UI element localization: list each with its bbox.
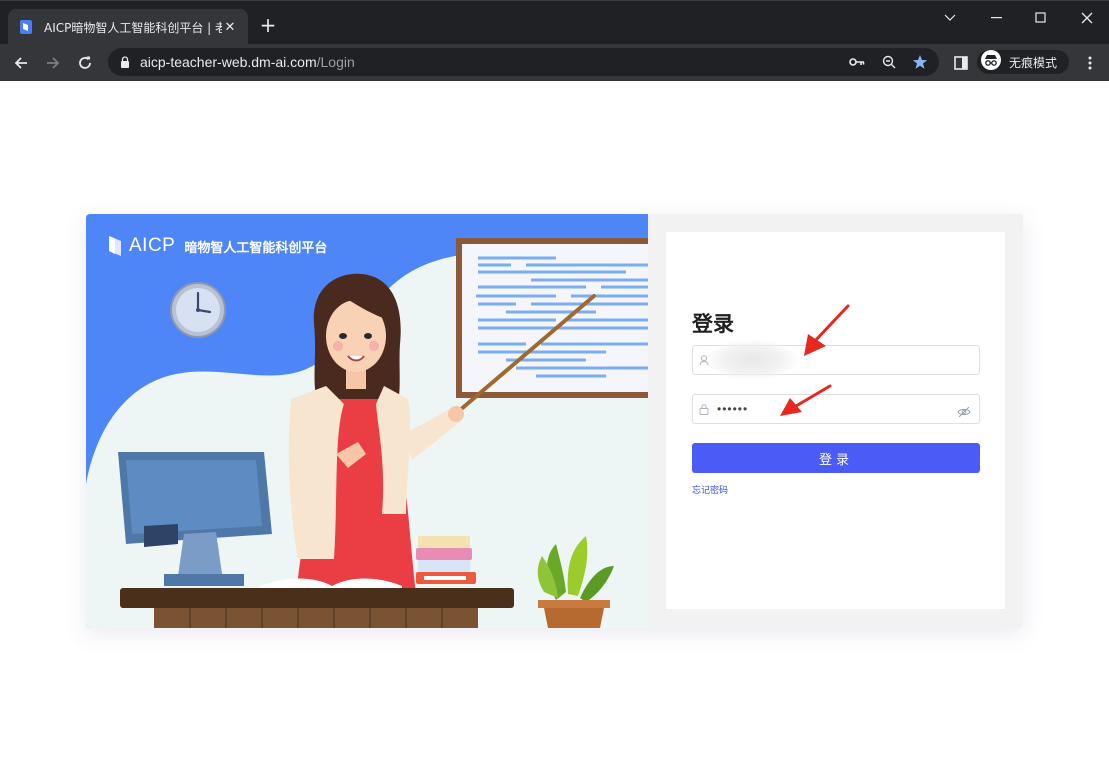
url-host: aicp-teacher-web.dm-ai.com [140,54,317,70]
reload-button[interactable] [73,51,97,75]
annotation-arrow-icon [804,304,850,356]
arrow-left-icon [14,57,27,69]
tab-close-icon[interactable]: ✕ [222,20,238,35]
new-tab-button[interactable]: + [256,15,280,35]
tab-title: AICP暗物智人工智能科创平台 | 老 [44,20,222,35]
side-panel-icon[interactable] [949,51,973,75]
back-button[interactable] [9,51,33,75]
password-lock-icon [699,400,709,419]
teacher-illustration [86,214,648,628]
browser-toolbar: aicp-teacher-web.dm-ai.com/Login [0,44,1109,81]
incognito-profile-chip[interactable]: 无痕模式 [977,50,1069,74]
star-icon[interactable] [911,54,929,70]
annotation-arrow-icon [780,384,832,416]
forgot-password-link[interactable]: 忘记密码 [692,483,728,496]
forward-button[interactable] [41,51,65,75]
wall-clock-icon [170,282,226,338]
minimize-button[interactable] [982,9,1012,27]
zoom-out-icon[interactable] [880,54,898,70]
url-path: /Login [316,54,355,70]
arrow-right-icon [47,57,60,69]
incognito-label: 无痕模式 [1009,55,1058,70]
password-field[interactable] [692,394,980,424]
login-submit-button[interactable]: 登录 [692,443,980,473]
close-window-button[interactable] [1072,9,1102,27]
brand: AICP 暗物智人工智能科创平台 [108,234,327,258]
brand-platform-name: 暗物智人工智能科创平台 [184,240,328,256]
reload-icon [79,56,91,69]
address-bar[interactable]: aicp-teacher-web.dm-ai.com/Login [108,48,939,76]
brand-logo-text: AICP [129,235,176,256]
browser-tab-bar: AICP暗物智人工智能科创平台 | 老 ✕ + [0,0,1109,45]
login-title: 登录 [692,312,734,336]
doc-icon [18,19,34,35]
aicp-logo-icon [109,236,121,256]
eye-off-icon[interactable] [957,403,971,418]
incognito-icon [981,50,1001,74]
more-vert-icon[interactable] [1078,51,1102,75]
redacted-username-blur [707,340,797,380]
maximize-button[interactable] [1026,9,1056,27]
lock-icon[interactable] [120,53,130,72]
browser-tab[interactable]: AICP暗物智人工智能科创平台 | 老 ✕ [8,9,248,45]
chevron-down-icon[interactable] [935,9,965,27]
key-icon[interactable] [848,54,866,70]
whiteboard [456,238,648,398]
login-card: AICP 暗物智人工智能科创平台 登录 登录 忘记密码 [86,214,1023,628]
books [416,536,476,584]
